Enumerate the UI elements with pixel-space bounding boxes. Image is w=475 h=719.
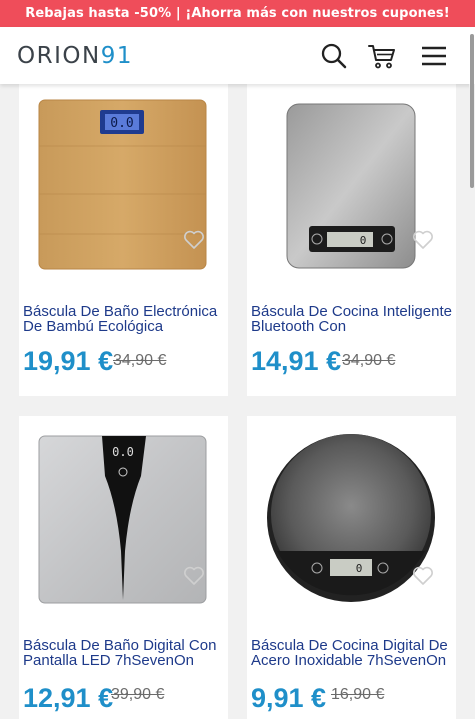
- scale-display-text: 0: [356, 562, 363, 575]
- scale-display-text: 0.0: [112, 445, 134, 459]
- menu-icon[interactable]: [418, 40, 450, 72]
- product-card[interactable]: 0 Báscula De Cocina Inteligente Bluetoot…: [247, 84, 456, 396]
- wishlist-heart-icon[interactable]: [183, 566, 205, 586]
- promo-text: Rebajas hasta -50% | ¡Ahorra más con nue…: [25, 6, 450, 21]
- product-image[interactable]: 0: [247, 84, 456, 289]
- site-header: ORION 91: [0, 27, 475, 84]
- logo-text-orion: ORION: [17, 43, 101, 69]
- product-old-price: 16,90 €: [331, 686, 385, 703]
- product-price: 12,91 €: [23, 683, 114, 713]
- logo[interactable]: ORION 91: [17, 40, 133, 72]
- product-image[interactable]: 0: [247, 416, 456, 621]
- product-old-price: 39,90 €: [111, 686, 165, 703]
- product-image[interactable]: 0.0: [19, 416, 228, 621]
- product-card[interactable]: 0 Báscula De Cocina Digital De Acero Ino…: [247, 416, 456, 719]
- product-title[interactable]: Báscula De Baño Electrónica De Bambú Eco…: [23, 304, 226, 340]
- product-price: 9,91 €: [251, 683, 327, 713]
- product-price: 14,91 €: [251, 346, 342, 376]
- scale-display-text: 0: [360, 234, 367, 247]
- promo-banner[interactable]: Rebajas hasta -50% | ¡Ahorra más con nue…: [0, 0, 475, 27]
- product-card[interactable]: 0.0 Báscula De Baño Digital Con Pantalla…: [19, 416, 228, 719]
- product-old-price: 34,90 €: [113, 352, 167, 369]
- product-price: 19,91 €: [23, 346, 114, 376]
- scale-display-text: 0.0: [110, 116, 133, 131]
- product-image[interactable]: 0.0: [19, 84, 228, 289]
- wishlist-heart-icon[interactable]: [412, 566, 434, 586]
- product-grid: 0.0 Báscula De Baño Electrónica De Bambú…: [0, 84, 475, 719]
- search-icon[interactable]: [318, 40, 350, 72]
- product-title[interactable]: Báscula De Cocina Inteligente Bluetooth …: [251, 304, 454, 340]
- wishlist-heart-icon[interactable]: [412, 230, 434, 250]
- product-title[interactable]: Báscula De Baño Digital Con Pantalla LED…: [23, 638, 226, 669]
- product-old-price: 34,90 €: [342, 352, 396, 369]
- cart-icon[interactable]: [366, 40, 398, 72]
- scrollbar-thumb[interactable]: [470, 34, 474, 188]
- logo-text-91: 91: [100, 43, 133, 69]
- wishlist-heart-icon[interactable]: [183, 230, 205, 250]
- product-title[interactable]: Báscula De Cocina Digital De Acero Inoxi…: [251, 638, 454, 669]
- product-card[interactable]: 0.0 Báscula De Baño Electrónica De Bambú…: [19, 84, 228, 396]
